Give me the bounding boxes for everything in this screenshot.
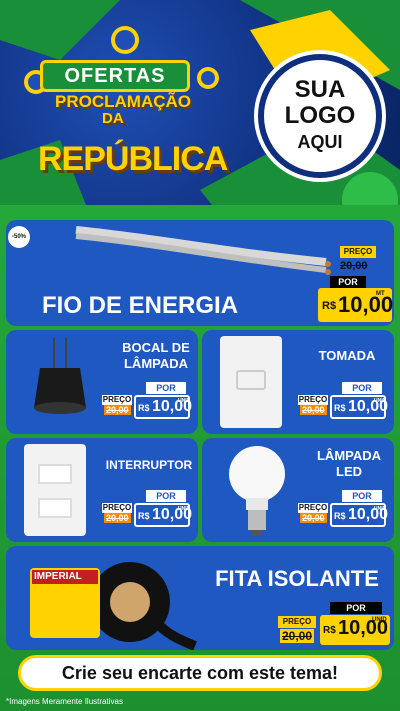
tomada-currency: R$ <box>334 403 346 413</box>
bocal-por-label: POR <box>146 382 186 394</box>
lampada-price: POR PREÇO 20,00 R$ 10,00 UNID <box>296 490 392 536</box>
discount-badge: -50% <box>8 226 30 248</box>
product-card-bocal[interactable]: BOCAL DE LÂMPADA POR PREÇO 20,00 R$ 10,0… <box>6 330 198 434</box>
cta-banner[interactable]: Crie seu encarte com este tema! <box>18 655 382 691</box>
disclaimer-text: *Imagens Meramente Ilustrativas <box>6 697 123 706</box>
fita-unit: UNID <box>372 617 387 623</box>
fita-currency: R$ <box>323 625 336 636</box>
fita-name: FITA ISOLANTE <box>215 566 379 591</box>
logo-line3: AQUI <box>297 132 343 152</box>
lampada-unit: UNID <box>374 506 387 512</box>
interruptor-currency: R$ <box>138 511 150 521</box>
tomada-old-price: 20,00 <box>300 405 327 415</box>
tomada-por-label: POR <box>342 382 382 394</box>
lampada-image <box>229 446 285 536</box>
bocal-price: POR PREÇO 20,00 R$ 10,00 UNID <box>100 382 196 428</box>
fita-image <box>30 562 197 650</box>
bocal-old-price: 20,00 <box>104 405 131 415</box>
tomada-preco-label: PREÇO <box>298 395 328 405</box>
product-card-tomada[interactable]: TOMADA POR PREÇO 20,00 R$ 10,00 UNID <box>202 330 394 434</box>
interruptor-preco-label: PREÇO <box>102 503 132 513</box>
interruptor-name: INTERRUPTOR <box>105 458 193 472</box>
lampada-old-price: 20,00 <box>300 513 327 523</box>
bocal-image <box>34 338 86 414</box>
tomada-name: TOMADA <box>318 348 376 363</box>
fio-unit: MT <box>376 291 385 297</box>
logo-placeholder: SUA LOGO AQUI <box>258 54 382 178</box>
interruptor-por-label: POR <box>146 490 186 502</box>
lampada-currency: R$ <box>334 511 346 521</box>
lampada-name-line2: LED <box>336 464 362 479</box>
fio-por-label: POR <box>330 276 366 288</box>
fio-preco-label: PREÇO <box>340 246 376 258</box>
fio-old-price: 20,00 <box>340 260 368 272</box>
fita-preco-label: PREÇO <box>278 616 316 628</box>
header-banner: OFERTAS PROCLAMAÇÃO DA REPÚBLICA SUA LOG… <box>0 0 400 215</box>
interruptor-image <box>24 444 86 536</box>
lampada-name-line1: LÂMPADA <box>316 448 382 463</box>
tomada-price: POR PREÇO 20,00 R$ 10,00 UNID <box>296 382 392 428</box>
bocal-name-line2: LÂMPADA <box>123 356 189 371</box>
fio-new-price: POR R$ 10,00 MT <box>318 276 394 324</box>
tomada-image <box>220 336 282 428</box>
fita-old-price: 20,00 <box>280 629 315 643</box>
proclamacao-title: PROCLAMAÇÃO <box>55 92 191 111</box>
fita-por-label: POR <box>330 602 382 614</box>
fita-price: POR PREÇO 20,00 R$ 10,00 UNID <box>276 602 392 648</box>
logo-line2: LOGO <box>284 102 356 129</box>
tomada-unit: UNID <box>374 398 387 404</box>
logo-line1: SUA <box>294 76 346 103</box>
lampada-por-label: POR <box>342 490 382 502</box>
product-card-interruptor[interactable]: INTERRUPTOR POR PREÇO 20,00 R$ 10,00 UNI… <box>6 438 198 542</box>
product-card-lampada[interactable]: LÂMPADA LED POR PREÇO 20,00 R$ 10,00 UNI… <box>202 438 394 542</box>
bocal-preco-label: PREÇO <box>102 395 132 405</box>
interruptor-old-price: 20,00 <box>104 513 131 523</box>
fio-name: FIO DE ENERGIA <box>42 292 239 319</box>
republica-title: REPÚBLICA <box>38 140 228 178</box>
lampada-preco-label: PREÇO <box>298 503 328 513</box>
ofertas-title: OFERTAS <box>40 60 190 92</box>
bocal-name-line1: BOCAL DE <box>122 340 190 355</box>
bocal-currency: R$ <box>138 403 150 413</box>
bocal-unit: UNID <box>178 398 191 404</box>
fita-brand: IMPERIAL <box>34 571 82 582</box>
da-title: DA <box>102 110 124 127</box>
product-card-fita[interactable]: IMPERIAL FITA ISOLANTE POR PREÇO 20,00 R… <box>6 546 394 650</box>
interruptor-price: POR PREÇO 20,00 R$ 10,00 UNID <box>100 490 196 536</box>
interruptor-unit: UNID <box>178 506 191 512</box>
fio-currency: R$ <box>322 300 337 312</box>
